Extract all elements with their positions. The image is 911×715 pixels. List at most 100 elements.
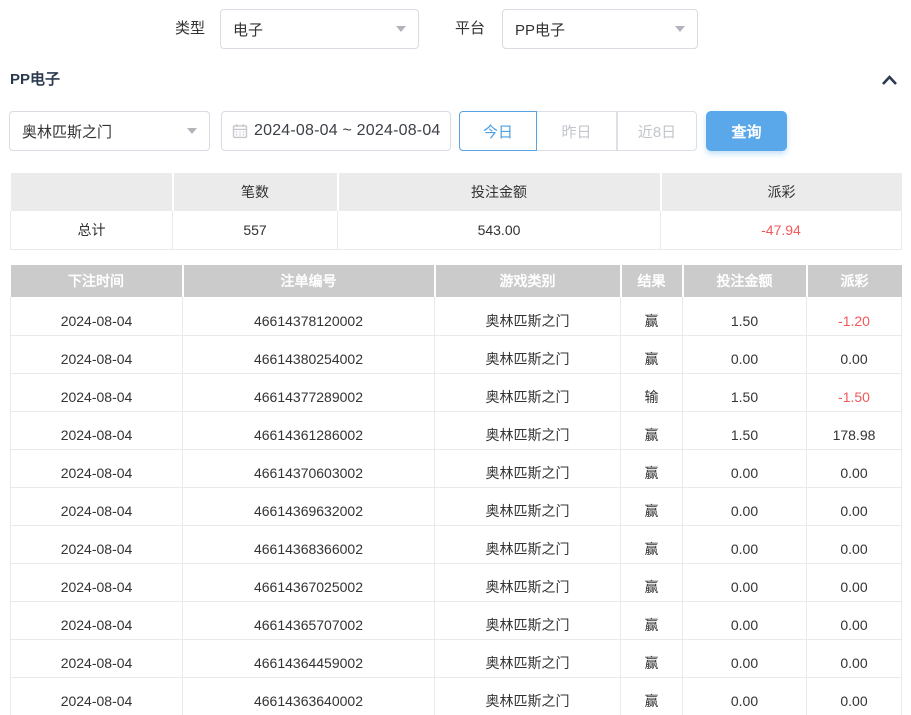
record-bet-amount: 0.00 (683, 601, 807, 639)
record-bet-amount: 0.00 (683, 677, 807, 715)
record-payout: 0.00 (807, 525, 902, 563)
record-bet-time: 2024-08-04 (11, 601, 183, 639)
record-bet-id: 46614378120002 (183, 297, 435, 335)
record-payout: -1.20 (807, 297, 902, 335)
caret-down-icon (675, 26, 685, 32)
records-header-bet-time: 下注时间 (11, 265, 183, 297)
record-bet-amount: 0.00 (683, 639, 807, 677)
summary-table: 笔数 投注金额 派彩 总计 557 543.00 -47.94 (10, 173, 902, 250)
record-bet-time: 2024-08-04 (11, 449, 183, 487)
record-result: 赢 (621, 297, 683, 335)
date-range-picker[interactable]: 2024-08-04 ~ 2024-08-04 (221, 111, 451, 151)
records-table-body: 2024-08-04 46614378120002 奥林匹斯之门 赢 1.50 … (11, 297, 902, 715)
record-result: 赢 (621, 411, 683, 449)
caret-down-icon (396, 26, 406, 32)
summary-header-row: 笔数 投注金额 派彩 (11, 173, 902, 211)
record-payout: -1.50 (807, 373, 902, 411)
record-bet-time: 2024-08-04 (11, 487, 183, 525)
collapse-section-button[interactable] (877, 68, 901, 92)
record-payout: 0.00 (807, 639, 902, 677)
record-bet-id: 46614368366002 (183, 525, 435, 563)
record-bet-id: 46614367025002 (183, 563, 435, 601)
platform-select-value: PP电子 (515, 19, 667, 40)
record-result: 输 (621, 373, 683, 411)
record-bet-id: 46614361286002 (183, 411, 435, 449)
summary-header-count: 笔数 (173, 173, 338, 211)
record-bet-time: 2024-08-04 (11, 525, 183, 563)
type-select[interactable]: 电子 (220, 9, 419, 49)
last-8-days-button[interactable]: 近8日 (617, 111, 697, 151)
section-title: PP电子 (10, 64, 60, 96)
record-result: 赢 (621, 601, 683, 639)
record-bet-time: 2024-08-04 (11, 563, 183, 601)
record-payout: 0.00 (807, 335, 902, 373)
records-header-bet-amount: 投注金额 (683, 265, 807, 297)
record-bet-time: 2024-08-04 (11, 297, 183, 335)
type-filter-label: 类型 (175, 9, 205, 49)
record-result: 赢 (621, 449, 683, 487)
record-bet-id: 46614369632002 (183, 487, 435, 525)
calendar-icon (232, 123, 248, 139)
record-payout: 0.00 (807, 449, 902, 487)
record-game-category: 奥林匹斯之门 (435, 487, 621, 525)
record-bet-amount: 0.00 (683, 335, 807, 373)
record-result: 赢 (621, 639, 683, 677)
type-select-value: 电子 (233, 19, 388, 40)
record-row: 2024-08-04 46614367025002 奥林匹斯之门 赢 0.00 … (11, 563, 902, 601)
record-payout: 0.00 (807, 601, 902, 639)
record-bet-time: 2024-08-04 (11, 411, 183, 449)
record-row: 2024-08-04 46614361286002 奥林匹斯之门 赢 1.50 … (11, 411, 902, 449)
platform-filter-label: 平台 (455, 9, 485, 49)
record-bet-amount: 1.50 (683, 297, 807, 335)
records-header-game-category: 游戏类别 (435, 265, 621, 297)
record-game-category: 奥林匹斯之门 (435, 563, 621, 601)
record-bet-amount: 0.00 (683, 487, 807, 525)
record-bet-id: 46614380254002 (183, 335, 435, 373)
record-result: 赢 (621, 335, 683, 373)
records-header-row: 下注时间 注单编号 游戏类别 结果 投注金额 派彩 (11, 265, 902, 297)
today-button[interactable]: 今日 (459, 111, 537, 151)
records-header-bet-id: 注单编号 (183, 265, 435, 297)
record-row: 2024-08-04 46614380254002 奥林匹斯之门 赢 0.00 … (11, 335, 902, 373)
record-bet-amount: 1.50 (683, 411, 807, 449)
game-select-value: 奥林匹斯之门 (22, 121, 179, 142)
record-payout: 0.00 (807, 487, 902, 525)
summary-header-empty (11, 173, 173, 211)
record-row: 2024-08-04 46614364459002 奥林匹斯之门 赢 0.00 … (11, 639, 902, 677)
platform-select[interactable]: PP电子 (502, 9, 698, 49)
caret-down-icon (187, 128, 197, 134)
record-game-category: 奥林匹斯之门 (435, 449, 621, 487)
record-bet-time: 2024-08-04 (11, 677, 183, 715)
record-row: 2024-08-04 46614378120002 奥林匹斯之门 赢 1.50 … (11, 297, 902, 335)
betting-records-page: 类型 电子 平台 PP电子 PP电子 奥林匹斯之门 (0, 0, 911, 715)
game-select[interactable]: 奥林匹斯之门 (9, 111, 210, 151)
record-bet-time: 2024-08-04 (11, 373, 183, 411)
record-game-category: 奥林匹斯之门 (435, 639, 621, 677)
search-button[interactable]: 查询 (706, 111, 787, 151)
record-payout: 178.98 (807, 411, 902, 449)
records-table: 下注时间 注单编号 游戏类别 结果 投注金额 派彩 2024-08-04 466… (10, 265, 902, 715)
summary-header-payout: 派彩 (661, 173, 902, 211)
date-range-value: 2024-08-04 ~ 2024-08-04 (254, 122, 441, 140)
record-bet-time: 2024-08-04 (11, 335, 183, 373)
yesterday-button[interactable]: 昨日 (537, 111, 617, 151)
summary-header-bet-amount: 投注金额 (338, 173, 661, 211)
record-bet-amount: 0.00 (683, 525, 807, 563)
record-game-category: 奥林匹斯之门 (435, 601, 621, 639)
filter-row: 奥林匹斯之门 2024-08-04 ~ 2024-08-04 今日 昨日 近 (0, 111, 911, 151)
record-game-category: 奥林匹斯之门 (435, 335, 621, 373)
record-row: 2024-08-04 46614377289002 奥林匹斯之门 输 1.50 … (11, 373, 902, 411)
record-bet-amount: 1.50 (683, 373, 807, 411)
record-result: 赢 (621, 525, 683, 563)
record-result: 赢 (621, 487, 683, 525)
record-bet-amount: 0.00 (683, 449, 807, 487)
record-game-category: 奥林匹斯之门 (435, 373, 621, 411)
record-bet-id: 46614377289002 (183, 373, 435, 411)
summary-total-count: 557 (173, 211, 338, 249)
records-header-payout: 派彩 (807, 265, 902, 297)
record-row: 2024-08-04 46614369632002 奥林匹斯之门 赢 0.00 … (11, 487, 902, 525)
record-payout: 0.00 (807, 563, 902, 601)
summary-total-bet-amount: 543.00 (338, 211, 661, 249)
record-result: 赢 (621, 677, 683, 715)
record-bet-id: 46614364459002 (183, 639, 435, 677)
